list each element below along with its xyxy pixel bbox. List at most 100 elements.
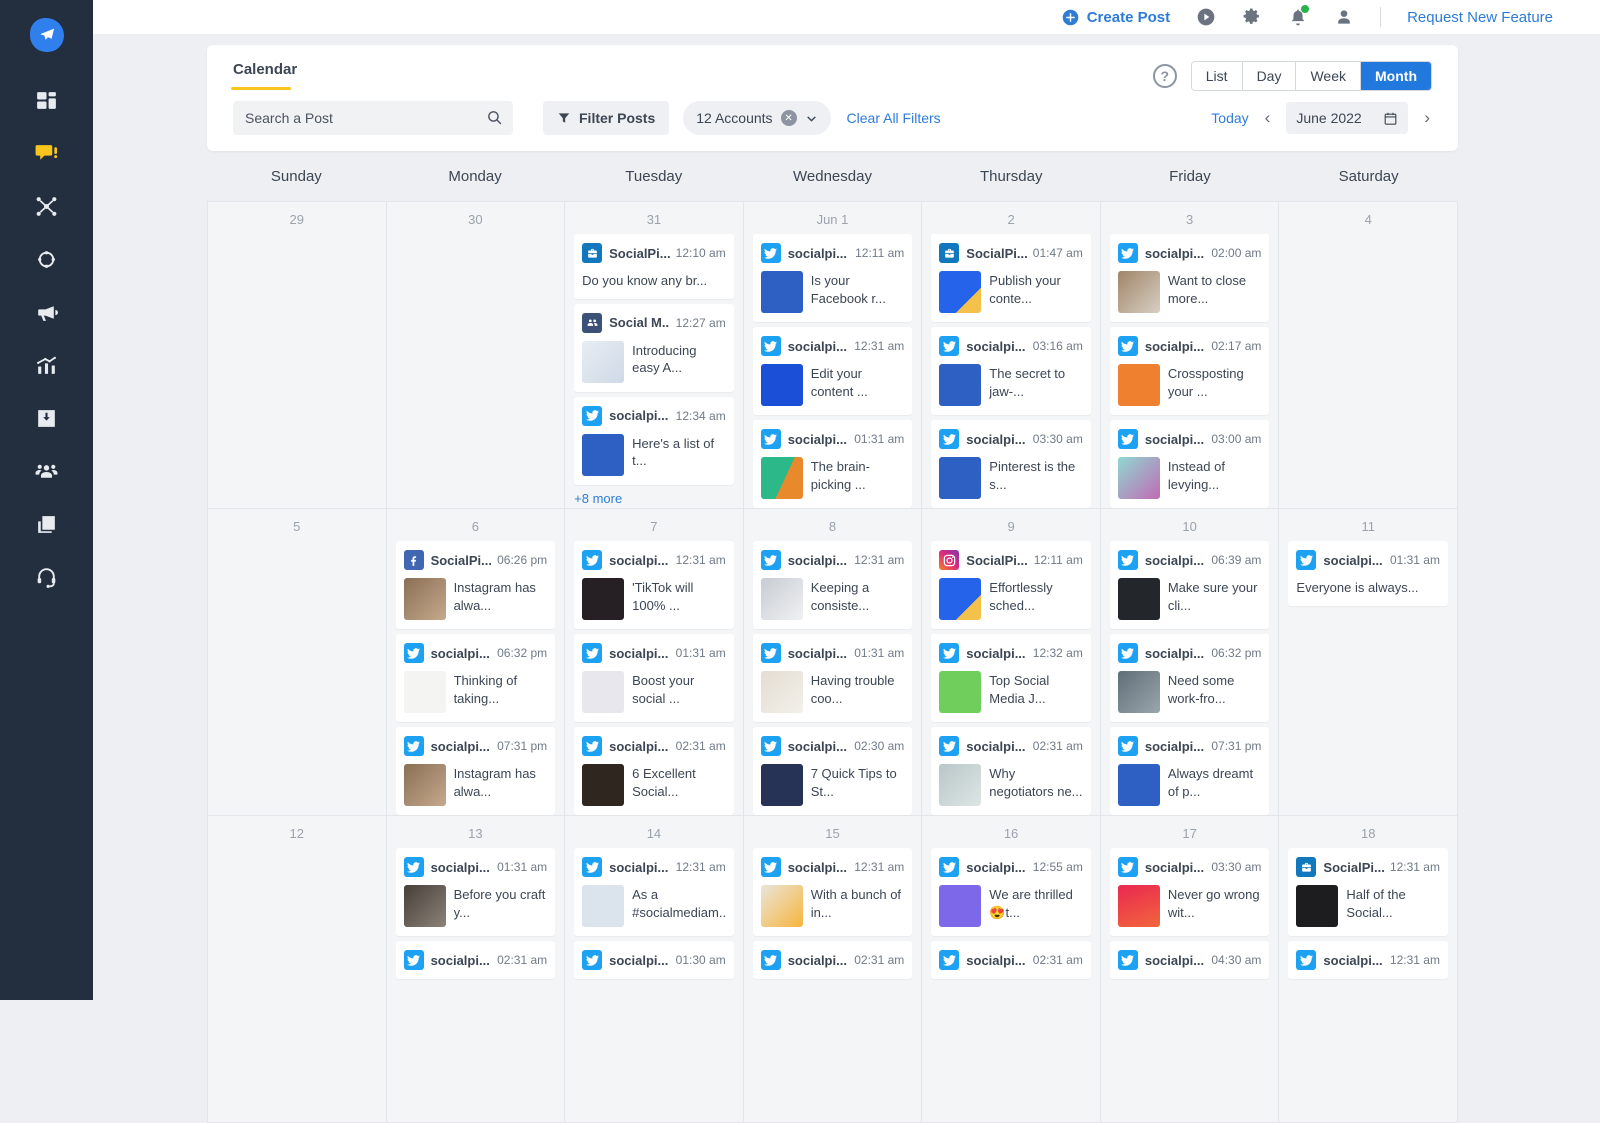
post-account: SocialPi... — [609, 246, 670, 261]
post-thumbnail — [761, 671, 803, 713]
play-icon[interactable] — [1196, 7, 1216, 27]
post-card[interactable]: socialpi...07:31 pmAlways dreamt of p... — [1110, 727, 1270, 815]
post-account: socialpi... — [1145, 860, 1204, 875]
tab-calendar[interactable]: Calendar — [233, 61, 297, 90]
post-thumbnail — [582, 434, 624, 476]
settings-gear-icon[interactable] — [1242, 7, 1262, 27]
post-time: 03:30 am — [1205, 860, 1261, 874]
post-card[interactable]: socialpi...01:31 amEveryone is always... — [1288, 541, 1448, 606]
post-time: 12:34 am — [670, 409, 726, 423]
post-card[interactable]: socialpi...12:55 amWe are thrilled😍t... — [931, 848, 1091, 936]
post-card[interactable]: socialpi...02:31 am — [753, 941, 913, 979]
post-card[interactable]: socialpi...06:32 pmNeed some work-fro... — [1110, 634, 1270, 722]
post-card[interactable]: socialpi...03:30 amNever go wrong wit... — [1110, 848, 1270, 936]
sidebar-item-audience[interactable] — [0, 233, 93, 286]
post-card[interactable]: socialpi...02:00 amWant to close more... — [1110, 234, 1270, 322]
sidebar-item-dashboard[interactable] — [0, 74, 93, 127]
post-text: Why negotiators ne... — [989, 764, 1083, 800]
help-icon[interactable]: ? — [1153, 64, 1177, 88]
post-thumbnail — [1118, 578, 1160, 620]
post-card[interactable]: socialpi...06:32 pmThinking of taking... — [396, 634, 556, 722]
post-thumbnail — [939, 364, 981, 406]
post-card[interactable]: socialpi...02:17 amCrossposting your ... — [1110, 327, 1270, 415]
post-card[interactable]: socialpi...01:31 amBoost your social ... — [574, 634, 734, 722]
post-card[interactable]: socialpi...04:30 am — [1110, 941, 1270, 979]
post-card[interactable]: SocialPi...01:47 amPublish your conte... — [931, 234, 1091, 322]
sidebar-item-posts[interactable] — [0, 127, 93, 180]
twitter-icon — [1118, 857, 1138, 877]
post-card[interactable]: socialpi...02:30 am7 Quick Tips to St... — [753, 727, 913, 815]
prev-month-arrow[interactable]: ‹ — [1263, 108, 1273, 128]
filter-posts-button[interactable]: Filter Posts — [543, 101, 669, 135]
post-card[interactable]: SocialPi...12:11 amEffortlessly sched... — [931, 541, 1091, 629]
post-card[interactable]: socialpi...12:31 amKeeping a consiste... — [753, 541, 913, 629]
post-card[interactable]: socialpi...12:31 amWith a bunch of in... — [753, 848, 913, 936]
sidebar-item-analytics[interactable] — [0, 339, 93, 392]
socialpilot-logo[interactable] — [30, 18, 64, 52]
post-card[interactable]: socialpi...12:11 amIs your Facebook r... — [753, 234, 913, 322]
post-card[interactable]: socialpi...02:31 am6 Excellent Social... — [574, 727, 734, 815]
view-list-button[interactable]: List — [1192, 62, 1243, 90]
twitter-icon — [939, 429, 959, 449]
twitter-icon — [1118, 643, 1138, 663]
post-card[interactable]: SocialPi...12:10 amDo you know any br... — [574, 234, 734, 299]
instagram-icon — [939, 550, 959, 570]
post-card[interactable]: SocialPi...12:31 amHalf of the Social... — [1288, 848, 1448, 936]
remove-filter-icon[interactable]: ✕ — [781, 110, 797, 126]
post-account: socialpi... — [609, 646, 668, 661]
day-cell-6: 6SocialPi...06:26 pmInstagram has alwa..… — [387, 509, 565, 815]
search-input[interactable] — [233, 101, 513, 135]
post-card[interactable]: Social M...12:27 amIntroducing easy A... — [574, 304, 734, 392]
more-posts-link[interactable]: +8 more — [574, 485, 734, 506]
clear-all-filters-link[interactable]: Clear All Filters — [847, 110, 941, 126]
post-account: SocialPi... — [966, 246, 1027, 261]
sidebar-item-inbox[interactable] — [0, 392, 93, 445]
post-card[interactable]: socialpi...01:31 amThe brain-picking ... — [753, 420, 913, 508]
post-card[interactable]: socialpi...06:39 amMake sure your cli... — [1110, 541, 1270, 629]
month-picker[interactable]: June 2022 — [1286, 102, 1408, 134]
accounts-filter-pill[interactable]: 12 Accounts ✕ — [683, 101, 830, 135]
user-profile-icon[interactable] — [1334, 7, 1354, 27]
post-thumbnail — [761, 764, 803, 806]
post-card[interactable]: socialpi...01:30 am — [574, 941, 734, 979]
post-thumbnail — [761, 578, 803, 620]
view-month-button[interactable]: Month — [1361, 62, 1431, 90]
post-card[interactable]: socialpi...03:16 amThe secret to jaw-... — [931, 327, 1091, 415]
sidebar-item-support[interactable] — [0, 551, 93, 604]
next-month-arrow[interactable]: › — [1422, 108, 1432, 128]
today-button[interactable]: Today — [1211, 110, 1248, 126]
post-card[interactable]: SocialPi...06:26 pmInstagram has alwa... — [396, 541, 556, 629]
post-card[interactable]: socialpi...01:31 amHaving trouble coo... — [753, 634, 913, 722]
sidebar-item-blog[interactable] — [0, 498, 93, 551]
post-card[interactable]: socialpi...03:00 amInstead of levying... — [1110, 420, 1270, 508]
view-day-button[interactable]: Day — [1243, 62, 1297, 90]
post-card[interactable]: socialpi...07:31 pmInstagram has alwa... — [396, 727, 556, 815]
request-new-feature-link[interactable]: Request New Feature — [1407, 9, 1553, 26]
post-card[interactable]: socialpi...12:34 amHere's a list of t... — [574, 397, 734, 485]
sidebar-item-connections[interactable] — [0, 180, 93, 233]
post-card[interactable]: socialpi...01:31 amBefore you craft y... — [396, 848, 556, 936]
post-thumbnail — [939, 885, 981, 927]
post-card[interactable]: socialpi...03:30 amPinterest is the s... — [931, 420, 1091, 508]
notifications-bell-icon[interactable] — [1288, 7, 1308, 27]
post-card[interactable]: socialpi...12:32 amTop Social Media J... — [931, 634, 1091, 722]
post-time: 07:31 pm — [1205, 739, 1261, 753]
post-card[interactable]: socialpi...02:31 amWhy negotiators ne... — [931, 727, 1091, 815]
post-card[interactable]: socialpi...12:31 am'TikTok will 100% ... — [574, 541, 734, 629]
post-card[interactable]: socialpi...02:31 am — [396, 941, 556, 979]
post-time: 12:11 am — [849, 246, 904, 260]
post-thumbnail — [761, 271, 803, 313]
post-account: socialpi... — [431, 953, 490, 968]
view-week-button[interactable]: Week — [1296, 62, 1361, 90]
post-account: socialpi... — [966, 739, 1025, 754]
create-post-button[interactable]: Create Post — [1062, 9, 1170, 26]
date-label: 13 — [396, 822, 556, 848]
post-card[interactable]: socialpi...12:31 amAs a #socialmediam... — [574, 848, 734, 936]
post-card[interactable]: socialpi...02:31 am — [931, 941, 1091, 979]
post-time: 12:27 am — [670, 316, 726, 330]
post-card[interactable]: socialpi...12:31 am — [1288, 941, 1448, 979]
sidebar-item-team[interactable] — [0, 445, 93, 498]
post-card[interactable]: socialpi...12:31 amEdit your content ... — [753, 327, 913, 415]
sidebar-item-promote[interactable] — [0, 286, 93, 339]
post-account: socialpi... — [1323, 953, 1382, 968]
